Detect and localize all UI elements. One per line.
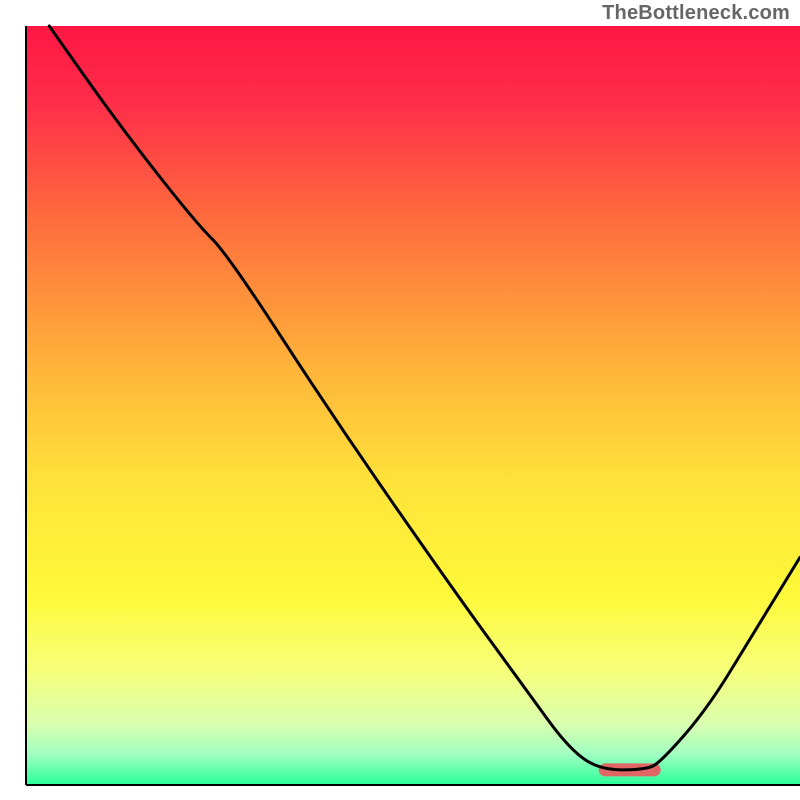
bottleneck-chart xyxy=(0,0,800,800)
chart-container: TheBottleneck.com xyxy=(0,0,800,800)
gradient-background xyxy=(26,26,800,785)
watermark-label: TheBottleneck.com xyxy=(602,2,790,25)
